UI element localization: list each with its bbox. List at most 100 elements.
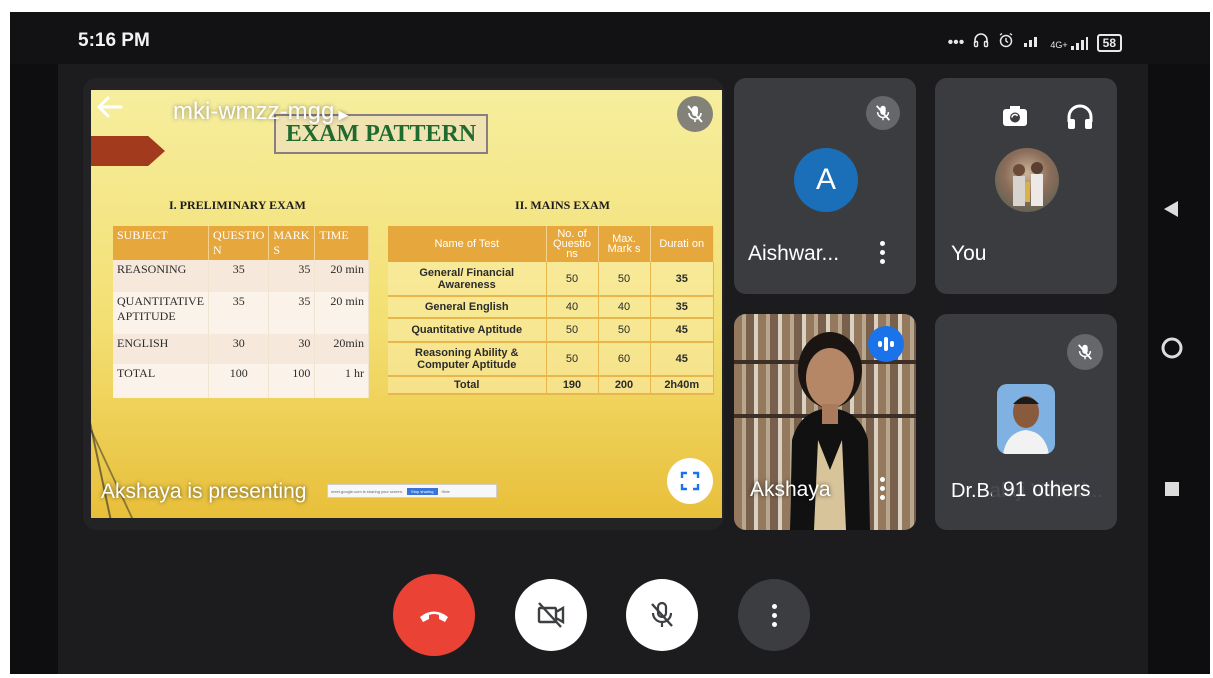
mic-off-icon xyxy=(1067,334,1103,370)
table-cell: 20 min xyxy=(314,292,369,334)
status-bar: 5:16 PM ••• 4G+ 58 xyxy=(10,12,1210,64)
participant-name: You xyxy=(951,242,987,265)
participant-tile-you[interactable]: You xyxy=(935,78,1117,294)
presenting-label: Akshaya is presenting xyxy=(101,480,307,503)
table-cell: Total xyxy=(388,376,547,395)
participant-tile-akshaya[interactable]: Akshaya xyxy=(734,314,916,530)
table-cell: 1 hr xyxy=(314,364,369,398)
participant-name: Aishwar... xyxy=(748,242,840,265)
table-cell: REASONING xyxy=(113,260,210,292)
table-cell: 50 xyxy=(546,342,599,377)
table-cell: 35 xyxy=(650,296,714,319)
table-cell: 190 xyxy=(546,376,599,395)
table-cell: General/ Financial Awareness xyxy=(388,262,547,297)
table-cell: 30 xyxy=(208,334,270,364)
table-cell: 20 min xyxy=(314,260,369,292)
mic-off-icon xyxy=(866,96,900,130)
table-cell: 35 xyxy=(208,292,270,334)
end-call-button[interactable] xyxy=(393,574,475,656)
switch-camera-icon[interactable] xyxy=(999,100,1031,137)
table-row: ENGLISH 30 30 20min xyxy=(113,334,369,364)
headset-icon xyxy=(973,32,989,53)
shared-slide: EXAM PATTERN I. PRELIMINARY EXAM SUBJECT… xyxy=(91,90,722,518)
headphones-icon[interactable] xyxy=(1065,102,1095,137)
table-cell: 35 xyxy=(268,292,316,334)
table-header: Durati on xyxy=(650,226,714,262)
table-cell: 35 xyxy=(268,260,316,292)
table-cell: 45 xyxy=(650,342,714,377)
table-cell: 50 xyxy=(546,262,599,297)
table-cell: 50 xyxy=(598,262,651,297)
others-count-chip[interactable]: 91 others xyxy=(991,472,1103,508)
avatar: A xyxy=(794,148,858,212)
table-cell: 50 xyxy=(546,318,599,343)
end-call-icon xyxy=(420,611,448,622)
table-cell: QUANTITATIVE APTITUDE xyxy=(113,292,210,334)
alarm-icon xyxy=(998,32,1014,53)
meeting-code-text: mki-wmzz-mgg xyxy=(173,98,335,125)
table-cell: Quantitative Aptitude xyxy=(388,318,547,343)
phone-screen: 5:16 PM ••• 4G+ 58 EXAM PATTERN I. PRELI… xyxy=(10,12,1210,674)
meeting-code[interactable]: mki-wmzz-mgg ▶ xyxy=(173,98,348,126)
screen-share-text: meet.google.com is sharing your screen. xyxy=(331,488,404,494)
participant-tile-others[interactable]: Dr.Balaji Vitthal... 91 others xyxy=(935,314,1117,530)
nav-recents-icon[interactable] xyxy=(1163,480,1181,503)
caret-right-icon: ▶ xyxy=(338,107,349,122)
table-cell: 20min xyxy=(314,334,369,364)
table-header: No. of Questio ns xyxy=(546,226,599,262)
speaking-indicator xyxy=(868,326,904,362)
presentation-tile[interactable]: EXAM PATTERN I. PRELIMINARY EXAM SUBJECT… xyxy=(83,78,724,530)
table-cell: 30 xyxy=(268,334,316,364)
mic-off-icon xyxy=(677,96,713,132)
table-row: TOTAL 100 100 1 hr xyxy=(113,364,369,398)
table-cell: 35 xyxy=(208,260,270,292)
table-cell: 35 xyxy=(650,262,714,297)
table-cell: 100 xyxy=(268,364,316,398)
table-header: MARK S xyxy=(268,226,316,260)
camera-off-icon xyxy=(537,602,565,628)
participant-tile-aishwarya[interactable]: A Aishwar... xyxy=(734,78,916,294)
table-cell: 200 xyxy=(598,376,651,395)
table-row: REASONING 35 35 20 min xyxy=(113,260,369,292)
preliminary-table: SUBJECT QUESTIO N MARK S TIME REASONING … xyxy=(113,226,369,398)
table-row: Total 190 200 2h40m xyxy=(388,376,714,395)
table-cell: 100 xyxy=(208,364,270,398)
signal-icon xyxy=(1023,33,1041,52)
table-cell: Reasoning Ability & Computer Aptitude xyxy=(388,342,547,377)
slide-arrow-decoration xyxy=(91,136,165,166)
avatar xyxy=(995,148,1059,212)
participant-name: Akshaya xyxy=(750,478,831,501)
mic-button[interactable] xyxy=(626,579,698,651)
table-header: Name of Test xyxy=(388,226,547,262)
table-header: QUESTIO N xyxy=(208,226,270,260)
table-header: SUBJECT xyxy=(113,226,210,260)
avatar xyxy=(997,384,1055,454)
mains-heading: II. MAINS EXAM xyxy=(515,198,611,212)
nav-home-icon[interactable] xyxy=(1160,336,1184,365)
status-icons: ••• 4G+ 58 xyxy=(948,32,1122,53)
screen-share-bar: meet.google.com is sharing your screen. … xyxy=(327,484,497,498)
table-cell: 2h40m xyxy=(650,376,714,395)
more-vert-icon[interactable] xyxy=(876,241,888,264)
fullscreen-button[interactable] xyxy=(667,458,713,504)
battery-icon: 58 xyxy=(1096,33,1122,52)
table-cell: 50 xyxy=(598,318,651,343)
arrow-left-icon[interactable] xyxy=(95,92,125,130)
table-row: General English 40 40 35 xyxy=(388,296,714,319)
table-cell: 45 xyxy=(650,318,714,343)
table-header: TIME xyxy=(314,226,369,260)
fullscreen-icon xyxy=(680,471,700,491)
hide-button: Hide xyxy=(441,488,450,494)
camera-button[interactable] xyxy=(515,579,587,651)
status-time: 5:16 PM xyxy=(78,30,150,51)
stop-sharing-button: Stop sharing xyxy=(407,487,438,495)
others-count: 91 others xyxy=(1003,478,1091,501)
table-cell: TOTAL xyxy=(113,364,210,398)
more-options-button[interactable] xyxy=(738,579,810,651)
table-cell: 60 xyxy=(598,342,651,377)
table-header: Max. Mark s xyxy=(598,226,651,262)
meet-window: EXAM PATTERN I. PRELIMINARY EXAM SUBJECT… xyxy=(58,64,1148,674)
more-vert-icon[interactable] xyxy=(876,477,888,500)
nav-back-icon[interactable] xyxy=(1160,198,1182,225)
table-row: Quantitative Aptitude 50 50 45 xyxy=(388,318,714,343)
